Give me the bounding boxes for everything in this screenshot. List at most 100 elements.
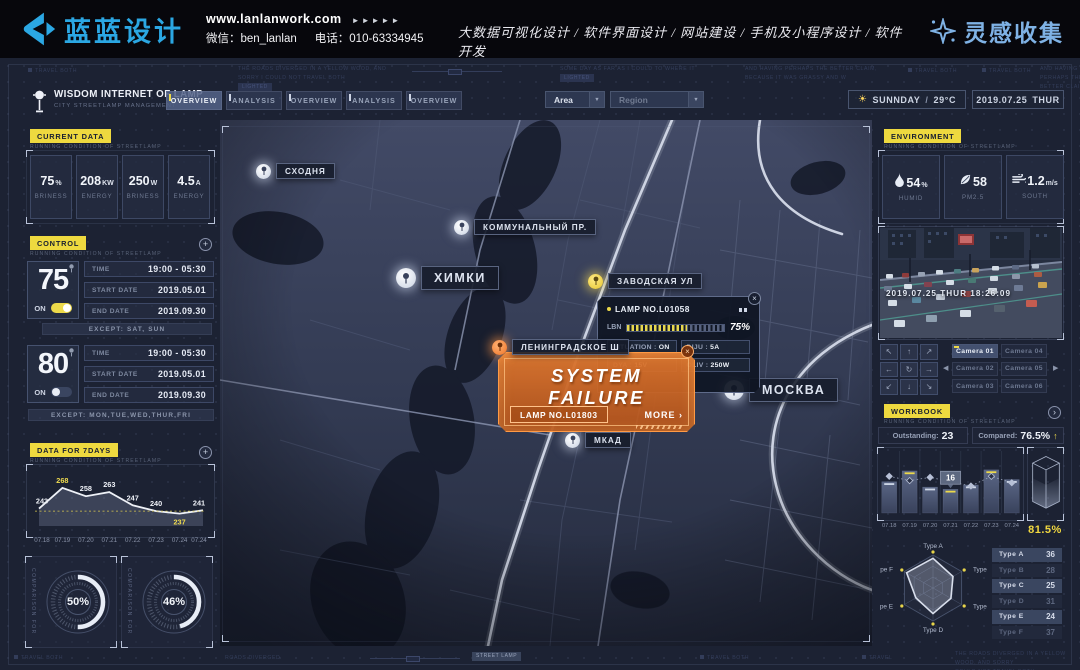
current-data-subtitle: RUNNING CONDITION OF STREETLAMP — [30, 144, 162, 150]
more-button[interactable]: MORE › — [645, 410, 684, 420]
control-row-time[interactable]: TIME19:00 - 05:30 — [84, 261, 214, 277]
stat-pm25: 58 PM2.5 — [944, 155, 1002, 219]
svg-text:240: 240 — [150, 499, 162, 508]
control-row-end[interactable]: END DATE2019.09.30 — [84, 387, 214, 403]
svg-text:07.21: 07.21 — [943, 523, 958, 529]
week-chart-expand-button[interactable]: + — [199, 446, 212, 459]
svg-text:268: 268 — [56, 476, 68, 485]
cam-pan-right[interactable]: → — [920, 362, 938, 378]
svg-text:Type C: Type C — [973, 604, 988, 611]
cam-pan-down[interactable]: ↓ — [900, 379, 918, 395]
camera-button-6[interactable]: Camera 06 — [1001, 379, 1047, 393]
area-select[interactable]: Area▼ — [545, 91, 605, 108]
sun-icon: ☀ — [858, 94, 868, 105]
camera-next-button[interactable]: ▶ — [1053, 364, 1058, 372]
control-row-start[interactable]: START DATE2019.05.01 — [84, 366, 214, 382]
camera-button-2[interactable]: Camera 02 — [952, 362, 998, 376]
control-row-end[interactable]: END DATE2019.09.30 — [84, 303, 214, 319]
hatch-decor — [636, 425, 684, 429]
temperature: 29°C — [934, 95, 957, 105]
map-marker-zavodskaya[interactable]: ЗАВОДСКАЯ УЛ — [588, 273, 702, 289]
failure-lamp-id: LAMP NO.L01803 — [510, 406, 608, 423]
cam-pan-upright[interactable]: ↗ — [920, 344, 938, 360]
tab-analysis-2[interactable]: ANALYSIS — [346, 91, 402, 110]
cam-pan-up[interactable]: ↑ — [900, 344, 918, 360]
svg-text:07.19: 07.19 — [902, 523, 917, 529]
svg-text:Type B: Type B — [973, 567, 988, 574]
legend-type-f[interactable]: Type F37 — [992, 626, 1062, 640]
legend-type-e[interactable]: Type E24 — [992, 610, 1062, 624]
svg-text:07.24: 07.24 — [1005, 523, 1020, 529]
legend-type-d[interactable]: Type D31 — [992, 595, 1062, 609]
lanlan-logo-icon — [18, 11, 56, 47]
lamp-id: LAMP NO.L01058 — [615, 304, 690, 314]
cam-pan-upleft[interactable]: ↖ — [880, 344, 898, 360]
inspiration-collect-button[interactable]: 灵感收集 — [930, 14, 1064, 48]
decor-text: THE ROADS DIVERGED IN A YELLOW WOOD, AND… — [238, 65, 408, 92]
cam-pan-downleft[interactable]: ↙ — [880, 379, 898, 395]
brightness-level: 80 — [38, 349, 68, 379]
map-marker-skhodnya[interactable]: СХОДНЯ — [256, 163, 335, 179]
streetlamp-icon — [32, 90, 47, 114]
svg-text:07.18: 07.18 — [882, 523, 897, 529]
chevron-down-icon: ▼ — [688, 92, 703, 107]
brightness-bar[interactable] — [626, 324, 725, 332]
control-row-time[interactable]: TIME19:00 - 05:30 — [84, 345, 214, 361]
workbook-bar-chart: 1607.1807.1907.2007.2107.2207.2307.24 — [879, 447, 1022, 533]
arrows-icon: ►►►►► — [352, 16, 402, 25]
close-icon[interactable]: × — [681, 345, 694, 358]
control-add-button[interactable]: + — [199, 238, 212, 251]
decor-text: STREET LAMP — [472, 652, 521, 661]
brand-website-link[interactable]: www.lanlanwork.com — [206, 12, 342, 26]
brightness-value: 75% — [730, 322, 750, 333]
stat-briness-w: 250W BRINESS — [122, 155, 164, 219]
camera-button-3[interactable]: Camera 03 — [952, 379, 998, 393]
svg-text:07.24: 07.24 — [172, 537, 188, 544]
workbook-more-button[interactable]: › — [1048, 406, 1061, 419]
weekday-text: THUR — [1032, 95, 1059, 105]
camera-prev-button[interactable]: ◀ — [943, 364, 948, 372]
close-icon[interactable]: × — [748, 292, 761, 305]
control-level-box-1: 75 ON — [27, 261, 79, 319]
mini-lamp-icon — [68, 264, 75, 273]
cam-pan-left[interactable]: ← — [880, 362, 898, 378]
legend-type-a[interactable]: Type A36 — [992, 548, 1062, 562]
tab-overview-1[interactable]: OVERVIEW — [166, 91, 222, 110]
stat-humidity: 54% HUMID — [882, 155, 940, 219]
cam-reset-rotate[interactable]: ↻ — [900, 362, 918, 378]
camera-button-5[interactable]: Camera 05 — [1001, 362, 1047, 376]
lamp-pin-icon-orange — [492, 340, 507, 355]
svg-text:Type D: Type D — [923, 627, 944, 634]
sparkle-star-icon — [930, 18, 956, 44]
gauge-value: 46% — [156, 596, 192, 608]
map-marker-kommunalny[interactable]: КОММУНАЛЬНЫЙ ПР. — [454, 219, 596, 235]
environment-title: ENVIRONMENT — [884, 129, 961, 143]
svg-text:237: 237 — [174, 518, 186, 527]
map-marker-khimki[interactable]: ХИМКИ — [396, 266, 499, 290]
map-marker-mkad[interactable]: МКАД — [565, 432, 631, 448]
stat-briness: 75% BRINESS — [30, 155, 72, 219]
tab-overview-2[interactable]: OVERVIEW — [286, 91, 342, 110]
camera-button-4[interactable]: Camera 04 — [1001, 344, 1047, 358]
region-select[interactable]: Region▼ — [610, 91, 704, 108]
map-marker-leningradskoe[interactable]: ЛЕНИНГРАДСКОЕ Ш — [492, 339, 629, 355]
decor-text: TRAVEL BOTH — [982, 67, 1031, 76]
workbook-title: WORKBOOK — [884, 404, 950, 418]
lamp-toggle[interactable] — [51, 303, 72, 313]
control-row-start[interactable]: START DATE2019.05.01 — [84, 282, 214, 298]
brand-logo[interactable]: 蓝蓝设计 — [18, 10, 184, 49]
svg-text:07.22: 07.22 — [125, 537, 141, 544]
tab-overview-3[interactable]: OVERVIEW — [406, 91, 462, 110]
camera-button-1[interactable]: Camera 01 — [952, 344, 998, 358]
cam-pan-downright[interactable]: ↘ — [920, 379, 938, 395]
svg-text:07.24: 07.24 — [191, 537, 207, 544]
trend-up-icon: ↑ — [1053, 431, 1058, 441]
cube-percentage: 81.5% — [1022, 524, 1068, 536]
leaf-icon — [959, 173, 972, 186]
lamp-toggle[interactable] — [51, 387, 72, 397]
tab-analysis-1[interactable]: ANALYSIS — [226, 91, 282, 110]
lamp-pin-icon-yellow — [588, 274, 603, 289]
legend-type-c[interactable]: Type C25 — [992, 579, 1062, 593]
svg-text:07.23: 07.23 — [984, 523, 999, 529]
legend-type-b[interactable]: Type B28 — [992, 564, 1062, 578]
